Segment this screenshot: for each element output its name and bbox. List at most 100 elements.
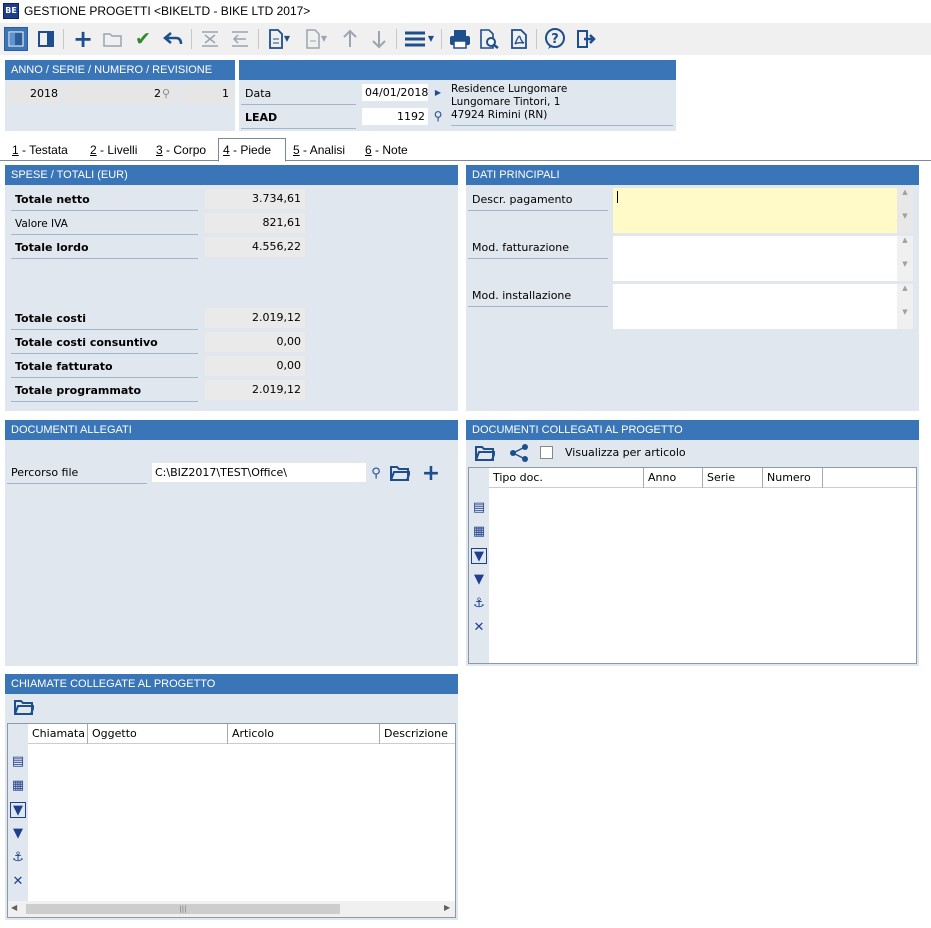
toolbar-separator xyxy=(441,29,442,49)
tab-piede[interactable]: 4 - Piede xyxy=(218,138,286,162)
address-block: Residence Lungomare Lungomare Tintori, 1… xyxy=(451,83,673,126)
filter-active-icon[interactable]: ▼ xyxy=(471,548,487,564)
mod-fatturazione-label: Mod. fatturazione xyxy=(468,240,608,259)
document-dropdown-icon[interactable]: ▼ xyxy=(282,27,292,51)
totale-netto-value: 3.734,61 xyxy=(205,189,305,209)
totale-programmato-label: Totale programmato xyxy=(11,383,198,402)
anno-serie-header: ANNO / SERIE / NUMERO / REVISIONE xyxy=(5,60,235,80)
clear-filter-icon[interactable]: ✕ xyxy=(10,874,26,890)
fatturazione-scrollbar[interactable]: ▲ ▼ xyxy=(897,236,913,281)
data-label: Data xyxy=(241,86,356,105)
undo-icon[interactable] xyxy=(161,27,185,51)
revisione-field[interactable]: 1 xyxy=(178,84,233,104)
col-anno[interactable]: Anno xyxy=(644,468,703,488)
mod-installazione-field[interactable] xyxy=(613,284,897,329)
percorso-add-icon[interactable]: + xyxy=(420,461,442,486)
panel-toggle-icon[interactable] xyxy=(34,27,58,51)
address-line2: Lungomare Tintori, 1 xyxy=(451,96,561,108)
lead-field[interactable]: 1192 xyxy=(362,108,428,125)
scroll-left-icon[interactable]: ◀ xyxy=(11,903,17,912)
col-descrizione[interactable]: Descrizione xyxy=(380,724,455,744)
tab-analisi[interactable]: 5 - Analisi xyxy=(289,141,349,161)
totale-costi-label: Totale costi xyxy=(11,311,198,330)
data-field[interactable]: 04/01/2018 xyxy=(362,84,428,101)
tab-testata[interactable]: 1 - Testata xyxy=(8,141,72,161)
date-arrow-icon[interactable]: ▶ xyxy=(430,84,446,101)
menu-lines-icon[interactable] xyxy=(403,27,427,51)
chiamate-open-folder-icon[interactable] xyxy=(13,697,35,717)
revert-icon[interactable] xyxy=(228,27,252,51)
mod-installazione-label: Mod. installazione xyxy=(468,288,608,307)
grid-view-icon[interactable]: ▦ xyxy=(10,778,26,794)
exit-icon[interactable] xyxy=(574,27,598,51)
new-icon[interactable]: + xyxy=(71,27,95,51)
documenti-collegati-panel: DOCUMENTI COLLEGATI AL PROGETTO Visualiz… xyxy=(466,420,919,666)
filter-icon[interactable]: ▼ xyxy=(471,572,487,588)
numero-search-icon[interactable]: ⚲ xyxy=(162,87,170,100)
pdf-icon[interactable] xyxy=(507,27,531,51)
filter-icon[interactable]: ▼ xyxy=(10,826,26,842)
arrow-down-icon[interactable] xyxy=(367,27,391,51)
col-serie[interactable]: Serie xyxy=(703,468,763,488)
share-icon[interactable] xyxy=(508,443,530,463)
print-icon[interactable] xyxy=(448,27,472,51)
delete-row-icon[interactable] xyxy=(198,27,222,51)
installazione-scrollbar[interactable]: ▲ ▼ xyxy=(897,284,913,329)
toolbar-separator xyxy=(63,29,64,49)
percorso-search-icon[interactable]: ⚲ xyxy=(365,463,387,483)
list-view-icon[interactable]: ▤ xyxy=(471,500,487,516)
anchor-icon[interactable]: ⚓ xyxy=(471,596,487,612)
document-gray-dropdown-icon[interactable]: ▼ xyxy=(319,27,329,51)
tab-livelli[interactable]: 2 - Livelli xyxy=(86,141,141,161)
visualizza-checkbox[interactable] xyxy=(540,446,553,459)
percorso-folder-icon[interactable] xyxy=(389,463,411,483)
anchor-icon[interactable]: ⚓ xyxy=(10,850,26,866)
svg-text:?: ? xyxy=(551,32,559,47)
col-chiamata[interactable]: Chiamata xyxy=(28,724,88,744)
serie-field[interactable] xyxy=(65,84,95,104)
chiamate-grid[interactable]: Chiamata Oggetto Articolo Descrizione ▤ … xyxy=(7,723,456,918)
sidebar-toggle-icon[interactable] xyxy=(4,27,28,51)
percorso-file-field[interactable]: C:\BIZ2017\TEST\Office\ xyxy=(152,463,366,482)
print-preview-icon[interactable] xyxy=(477,27,501,51)
chiamate-grid-header: Chiamata Oggetto Articolo Descrizione xyxy=(28,724,455,744)
scroll-right-icon[interactable]: ▶ xyxy=(444,903,450,912)
descr-pagamento-field[interactable] xyxy=(613,188,897,233)
menu-dropdown-icon[interactable]: ▼ xyxy=(426,27,436,51)
anno-serie-panel: ANNO / SERIE / NUMERO / REVISIONE 2018 2… xyxy=(5,60,235,131)
open-folder-icon[interactable] xyxy=(101,27,125,51)
toolbar-separator xyxy=(536,29,537,49)
anno-field[interactable]: 2018 xyxy=(7,84,62,104)
lead-label: LEAD xyxy=(241,110,356,129)
horizontal-scrollbar[interactable]: ◀ ||| ▶ xyxy=(8,901,455,917)
collegati-grid[interactable]: Tipo doc. Anno Serie Numero ▤ ▦ ▼ ▼ ⚓ ✕ xyxy=(468,467,917,664)
list-view-icon[interactable]: ▤ xyxy=(10,754,26,770)
lead-search-icon[interactable]: ⚲ xyxy=(430,108,446,125)
collegati-open-folder-icon[interactable] xyxy=(474,443,496,463)
tab-note[interactable]: 6 - Note xyxy=(361,141,412,161)
totale-costi-consuntivo-label: Totale costi consuntivo xyxy=(11,335,198,354)
col-articolo[interactable]: Articolo xyxy=(228,724,380,744)
data-lead-panel: Data 04/01/2018 ▶ LEAD 1192 ⚲ Residence … xyxy=(239,60,676,131)
col-numero[interactable]: Numero xyxy=(763,468,823,488)
scroll-thumb[interactable]: ||| xyxy=(26,904,340,914)
filter-active-icon[interactable]: ▼ xyxy=(10,802,26,818)
documenti-allegati-panel: DOCUMENTI ALLEGATI Percorso file C:\BIZ2… xyxy=(5,420,458,666)
totale-fatturato-value: 0,00 xyxy=(205,356,305,376)
tab-corpo[interactable]: 3 - Corpo xyxy=(152,141,210,161)
col-oggetto[interactable]: Oggetto xyxy=(88,724,228,744)
totale-costi-consuntivo-value: 0,00 xyxy=(205,332,305,352)
mod-fatturazione-field[interactable] xyxy=(613,236,897,281)
totale-lordo-value: 4.556,22 xyxy=(205,237,305,257)
app-icon: BE xyxy=(3,3,19,19)
descr-scrollbar[interactable]: ▲ ▼ xyxy=(897,188,913,233)
clear-filter-icon[interactable]: ✕ xyxy=(471,620,487,636)
help-icon[interactable]: ? xyxy=(543,27,567,51)
window-title: GESTIONE PROGETTI <BIKELTD - BIKE LTD 20… xyxy=(24,4,311,18)
confirm-check-icon[interactable]: ✔ xyxy=(131,27,155,51)
arrow-up-icon[interactable] xyxy=(338,27,362,51)
totale-costi-value: 2.019,12 xyxy=(205,308,305,328)
grid-view-icon[interactable]: ▦ xyxy=(471,524,487,540)
address-line1: Residence Lungomare xyxy=(451,83,568,95)
col-tipo-doc[interactable]: Tipo doc. xyxy=(489,468,644,488)
